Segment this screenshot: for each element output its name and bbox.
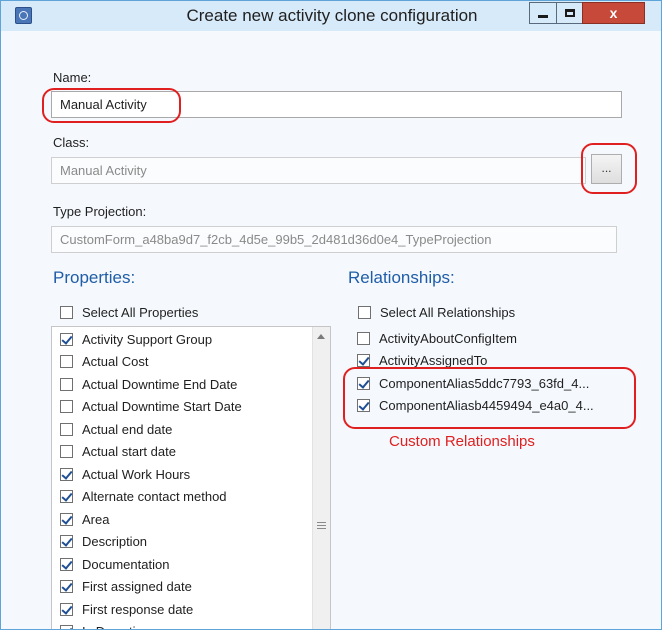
select-all-relationships[interactable]: Select All Relationships [358, 301, 515, 323]
type-projection-label: Type Projection: [53, 204, 147, 219]
maximize-icon [564, 9, 575, 17]
select-all-properties[interactable]: Select All Properties [60, 301, 198, 323]
checkbox[interactable] [60, 377, 73, 391]
maximize-button[interactable] [556, 2, 583, 24]
checkbox[interactable] [60, 400, 73, 413]
name-label: Name: [53, 70, 92, 85]
relationship-item-row[interactable]: ActivityAboutConfigItem [357, 327, 517, 349]
checkbox[interactable] [60, 490, 73, 503]
checkbox[interactable] [60, 602, 73, 616]
property-item-label: Actual end date [82, 421, 173, 437]
property-item-label: First assigned date [82, 579, 192, 594]
property-item-label: Description [82, 534, 148, 549]
highlight-browse [581, 143, 637, 194]
checkbox[interactable] [60, 332, 73, 346]
properties-list: Activity Support Group Actual Cost Actual … [51, 326, 331, 629]
type-projection-field: CustomForm_a48ba9d7_f2cb_4d5e_99b5_2d481… [51, 226, 617, 253]
properties-scrollbar[interactable] [312, 327, 330, 629]
property-item-label: Actual Downtime End Date [82, 376, 238, 392]
property-item-row[interactable]: Actual end date [60, 418, 172, 440]
property-item-label: First response date [82, 601, 194, 617]
checkbox[interactable] [60, 535, 73, 548]
property-item-row[interactable]: Documentation [60, 553, 169, 575]
property-item-row[interactable]: Actual Downtime Start Date [60, 396, 242, 418]
property-item-label: Actual Downtime Start Date [82, 399, 242, 414]
property-item-label: Actual Cost [82, 354, 149, 369]
property-item-row[interactable]: Alternate contact method [60, 486, 227, 508]
checkbox[interactable] [357, 331, 370, 345]
property-item-label: Is Downtime [82, 624, 154, 629]
relationship-item-label: ActivityAssignedTo [379, 353, 488, 368]
annotation-label: Custom Relationships [389, 433, 535, 450]
property-item-row[interactable]: Actual Work Hours [60, 463, 190, 485]
dialog-window: Create new activity clone configuration … [0, 0, 662, 630]
property-item-row[interactable]: Is Downtime [60, 621, 154, 629]
scroll-up-icon[interactable] [317, 334, 325, 339]
select-all-relationships-label: Select All Relationships [380, 304, 516, 320]
property-item-label: Area [82, 511, 110, 527]
property-item-label: Activity Support Group [82, 331, 213, 347]
property-item-row[interactable]: Actual Downtime End Date [60, 373, 237, 395]
property-item-row[interactable]: Area [60, 508, 109, 530]
scroll-grip-icon[interactable] [317, 522, 326, 531]
property-item-label: Actual start date [82, 444, 176, 459]
class-label: Class: [53, 135, 90, 150]
checkbox[interactable] [60, 305, 73, 319]
checkbox[interactable] [358, 305, 371, 319]
minimize-icon [538, 14, 548, 18]
property-item-row[interactable]: Description [60, 531, 147, 553]
property-item-row[interactable]: Actual Cost [60, 351, 148, 373]
checkbox[interactable] [60, 512, 73, 526]
property-item-label: Alternate contact method [82, 489, 227, 504]
relationship-item-label: ActivityAboutConfigItem [379, 330, 518, 346]
property-item-row[interactable]: First assigned date [60, 576, 192, 598]
properties-header: Properties: [53, 268, 136, 287]
close-icon: x [609, 5, 618, 21]
checkbox[interactable] [60, 580, 73, 593]
highlight-custom-relationships [343, 367, 636, 429]
checkbox[interactable] [60, 467, 73, 481]
class-field: Manual Activity [51, 157, 586, 184]
select-all-properties-label: Select All Properties [82, 304, 199, 320]
property-item-row[interactable]: Activity Support Group [60, 328, 212, 350]
checkbox[interactable] [60, 445, 73, 458]
checkbox[interactable] [60, 625, 73, 629]
minimize-button[interactable] [529, 2, 557, 24]
highlight-name [42, 88, 181, 123]
property-item-label: Documentation [82, 556, 170, 572]
checkbox[interactable] [357, 354, 370, 367]
property-item-row[interactable]: Actual start date [60, 441, 176, 463]
property-item-label: Actual Work Hours [82, 466, 191, 482]
checkbox[interactable] [60, 557, 73, 571]
title-bar[interactable]: Create new activity clone configuration … [1, 1, 661, 31]
checkbox[interactable] [60, 422, 73, 436]
property-item-row[interactable]: First response date [60, 598, 193, 620]
checkbox[interactable] [60, 355, 73, 368]
relationships-header: Relationships: [348, 268, 455, 287]
close-button[interactable]: x [582, 2, 645, 24]
